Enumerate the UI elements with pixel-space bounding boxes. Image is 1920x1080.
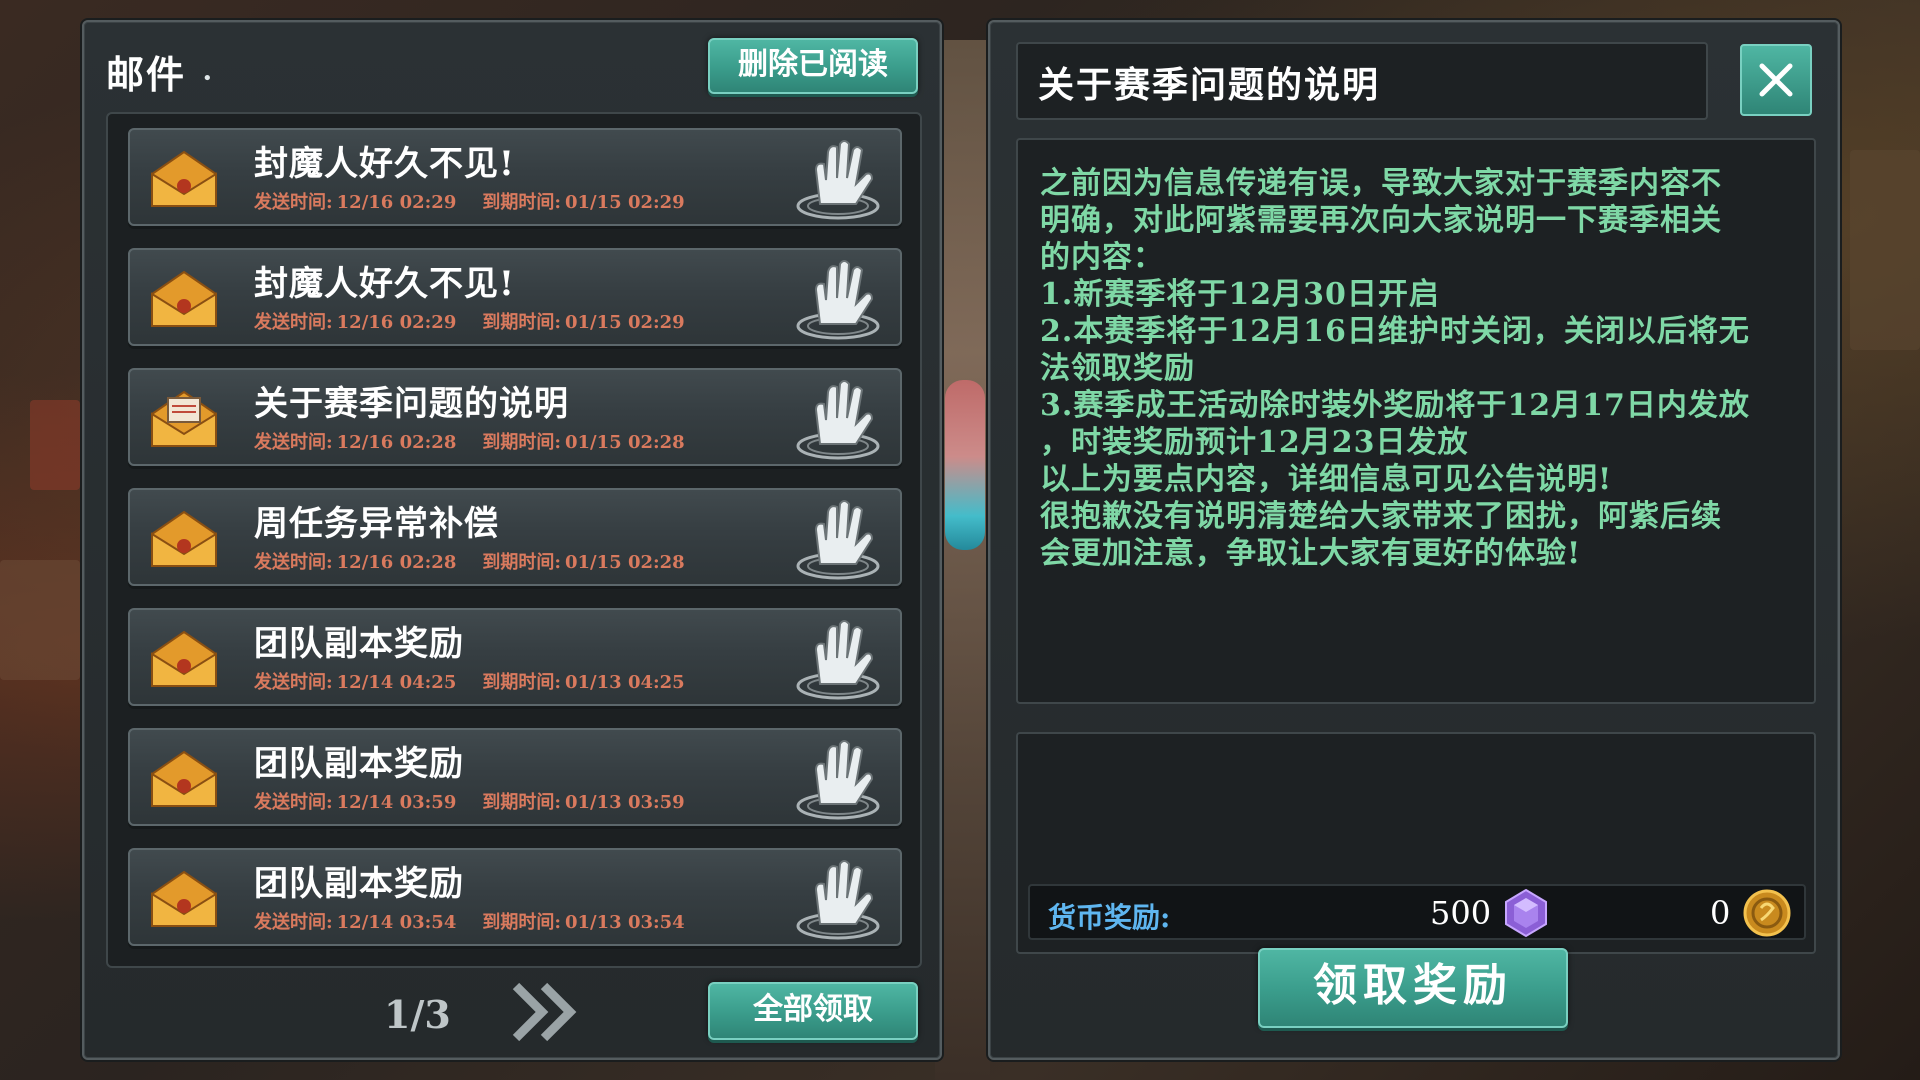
claim-reward-button[interactable]: 领取奖励 (1258, 948, 1568, 1028)
background-scroll (30, 400, 80, 490)
closed-envelope-icon (151, 510, 217, 567)
delete-read-button[interactable]: 删除已阅读 (708, 38, 918, 94)
mail-subject: 封魔人好久不见! (254, 264, 515, 304)
mail-subject: 周任务异常补偿 (254, 504, 499, 544)
background-crate (0, 560, 80, 680)
expire-time: 01/15 02:29 (565, 312, 685, 333)
expire-time-label: 到期时间: (482, 912, 561, 933)
closed-envelope-icon (151, 870, 217, 927)
mail-meta: 发送时间: 12/16 02:28 到期时间: 01/15 02:28 (254, 548, 689, 574)
expire-time-label: 到期时间: (482, 672, 561, 693)
close-button[interactable] (1740, 44, 1812, 116)
mail-meta: 发送时间: 12/14 03:59 到期时间: 01/13 03:59 (254, 788, 689, 814)
attachment-box: 货币奖励: 500 0 (1016, 732, 1816, 954)
next-page-arrow-icon[interactable] (510, 980, 580, 1044)
expire-time-label: 到期时间: (482, 312, 561, 333)
mail-list-item[interactable]: 团队副本奖励发送时间: 12/14 03:54 到期时间: 01/13 03:54 (128, 848, 902, 946)
currency-reward-row: 货币奖励: 500 0 (1028, 884, 1806, 940)
mail-list-item[interactable]: 团队副本奖励发送时间: 12/14 03:59 到期时间: 01/13 03:59 (128, 728, 902, 826)
expire-time-label: 到期时间: (482, 792, 561, 813)
mail-list-item[interactable]: 封魔人好久不见! 发送时间: 12/16 02:29 到期时间: 01/15 02:29 (128, 128, 902, 226)
mail-meta: 发送时间: 12/16 02:29 到期时间: 01/15 02:29 (254, 308, 689, 334)
currency-reward-label: 货币奖励: (1048, 901, 1171, 934)
expire-time: 01/13 04:25 (565, 672, 685, 693)
mail-detail-panel: 关于赛季问题的说明 之前因为信息传递有误，导致大家对于赛季内容不 明确，对此阿紫… (988, 20, 1840, 1060)
background-crystal (945, 380, 985, 550)
hand-glove-icon (796, 860, 880, 940)
mail-list: 封魔人好久不见! 发送时间: 12/16 02:29 到期时间: 01/15 02:29… (106, 112, 922, 968)
sent-time-label: 发送时间: (254, 312, 333, 333)
mail-list-item[interactable]: 周任务异常补偿发送时间: 12/16 02:28 到期时间: 01/15 02:28 (128, 488, 902, 586)
gem-icon (1505, 888, 1547, 938)
closed-envelope-icon (151, 750, 217, 807)
expire-time-label: 到期时间: (482, 552, 561, 573)
expire-time-label: 到期时间: (482, 192, 561, 213)
detail-title-box: 关于赛季问题的说明 (1016, 42, 1708, 120)
closed-envelope-icon (151, 270, 217, 327)
expire-time: 01/15 02:28 (565, 552, 685, 573)
sent-time: 12/16 02:28 (336, 552, 457, 573)
sent-time-label: 发送时间: (254, 192, 333, 213)
sent-time: 12/16 02:29 (336, 192, 457, 213)
mail-subject: 团队副本奖励 (254, 864, 464, 904)
sent-time-label: 发送时间: (254, 912, 333, 933)
sent-time: 12/14 03:54 (336, 912, 457, 933)
sent-time: 12/16 02:29 (336, 312, 457, 333)
closed-envelope-icon (151, 150, 217, 207)
claim-all-button[interactable]: 全部领取 (708, 982, 918, 1040)
mail-meta: 发送时间: 12/14 04:25 到期时间: 01/13 04:25 (254, 668, 689, 694)
page-indicator: 1/3 (384, 992, 451, 1037)
mail-meta: 发送时间: 12/14 03:54 到期时间: 01/13 03:54 (254, 908, 689, 934)
gem-amount: 500 (1430, 894, 1492, 932)
gold-coin-icon (1743, 889, 1791, 937)
hand-glove-icon (796, 620, 880, 700)
mail-meta: 发送时间: 12/16 02:29 到期时间: 01/15 02:29 (254, 188, 689, 214)
gold-amount: 0 (1710, 894, 1731, 932)
expire-time: 01/15 02:28 (565, 432, 685, 453)
expire-time: 01/15 02:29 (565, 192, 685, 213)
mail-subject: 团队副本奖励 (254, 744, 464, 784)
sent-time-label: 发送时间: (254, 432, 333, 453)
mail-meta: 发送时间: 12/16 02:28 到期时间: 01/15 02:28 (254, 428, 689, 454)
expire-time-label: 到期时间: (482, 432, 561, 453)
sent-time: 12/14 04:25 (336, 672, 457, 693)
mail-subject: 关于赛季问题的说明 (254, 384, 569, 424)
background-shelf (1850, 150, 1920, 350)
closed-envelope-icon (151, 630, 217, 687)
mail-list-item[interactable]: 关于赛季问题的说明发送时间: 12/16 02:28 到期时间: 01/15 02:2… (128, 368, 902, 466)
sent-time-label: 发送时间: (254, 672, 333, 693)
mail-subject: 封魔人好久不见! (254, 144, 515, 184)
sent-time-label: 发送时间: (254, 552, 333, 573)
mail-subject: 团队副本奖励 (254, 624, 464, 664)
hand-glove-icon (796, 500, 880, 580)
mail-title-dot: • (202, 68, 213, 89)
mail-list-panel: 邮件 • 删除已阅读 封魔人好久不见! 发送时间: 12/16 02:29 到期时间:… (82, 20, 942, 1060)
sent-time: 12/14 03:59 (336, 792, 457, 813)
sent-time-label: 发送时间: (254, 792, 333, 813)
hand-glove-icon (796, 260, 880, 340)
mail-list-item[interactable]: 团队副本奖励发送时间: 12/14 04:25 到期时间: 01/13 04:25 (128, 608, 902, 706)
close-icon (1759, 63, 1793, 97)
expire-time: 01/13 03:59 (565, 792, 685, 813)
sent-time: 12/16 02:28 (336, 432, 457, 453)
detail-title: 关于赛季问题的说明 (1038, 64, 1381, 106)
hand-glove-icon (796, 380, 880, 460)
hand-glove-icon (796, 140, 880, 220)
body-line: 会更加注意，争取让大家有更好的体验! (1040, 536, 1582, 571)
hand-glove-icon (796, 740, 880, 820)
expire-time: 01/13 03:54 (565, 912, 685, 933)
opened-envelope-icon (151, 390, 217, 447)
mail-panel-title: 邮件 (106, 52, 187, 97)
background-pillar (935, 40, 990, 1080)
mail-list-item[interactable]: 封魔人好久不见! 发送时间: 12/16 02:29 到期时间: 01/15 02:29 (128, 248, 902, 346)
detail-body: 之前因为信息传递有误，导致大家对于赛季内容不 明确，对此阿紫需要再次向大家说明一… (1016, 138, 1816, 704)
